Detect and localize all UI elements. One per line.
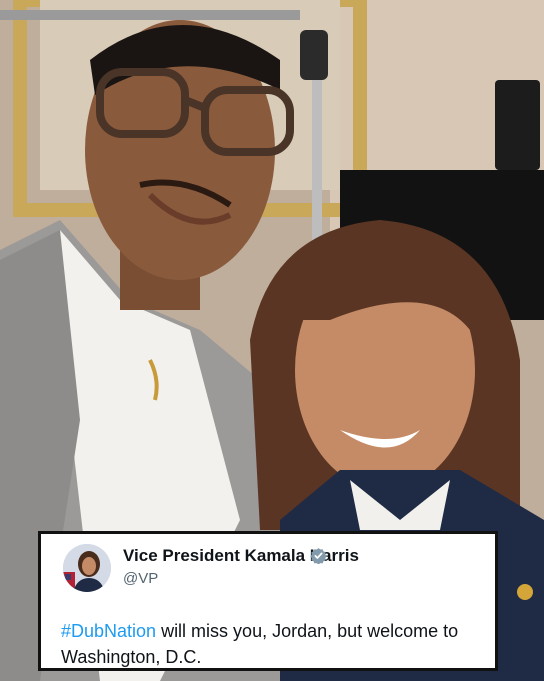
avatar-image [63,544,111,592]
selfie-photo: Vice President Kamala Harris @VP #DubNat… [0,0,544,681]
hashtag-link[interactable]: #DubNation [61,621,156,641]
tweet-text: #DubNation will miss you, Jordan, but we… [61,618,481,670]
verified-badge-icon [310,547,327,565]
author-handle[interactable]: @VP [123,570,158,587]
tweet-card[interactable]: Vice President Kamala Harris @VP #DubNat… [38,531,498,671]
tweet-header: Vice President Kamala Harris @VP [63,544,483,592]
avatar[interactable] [63,544,111,592]
